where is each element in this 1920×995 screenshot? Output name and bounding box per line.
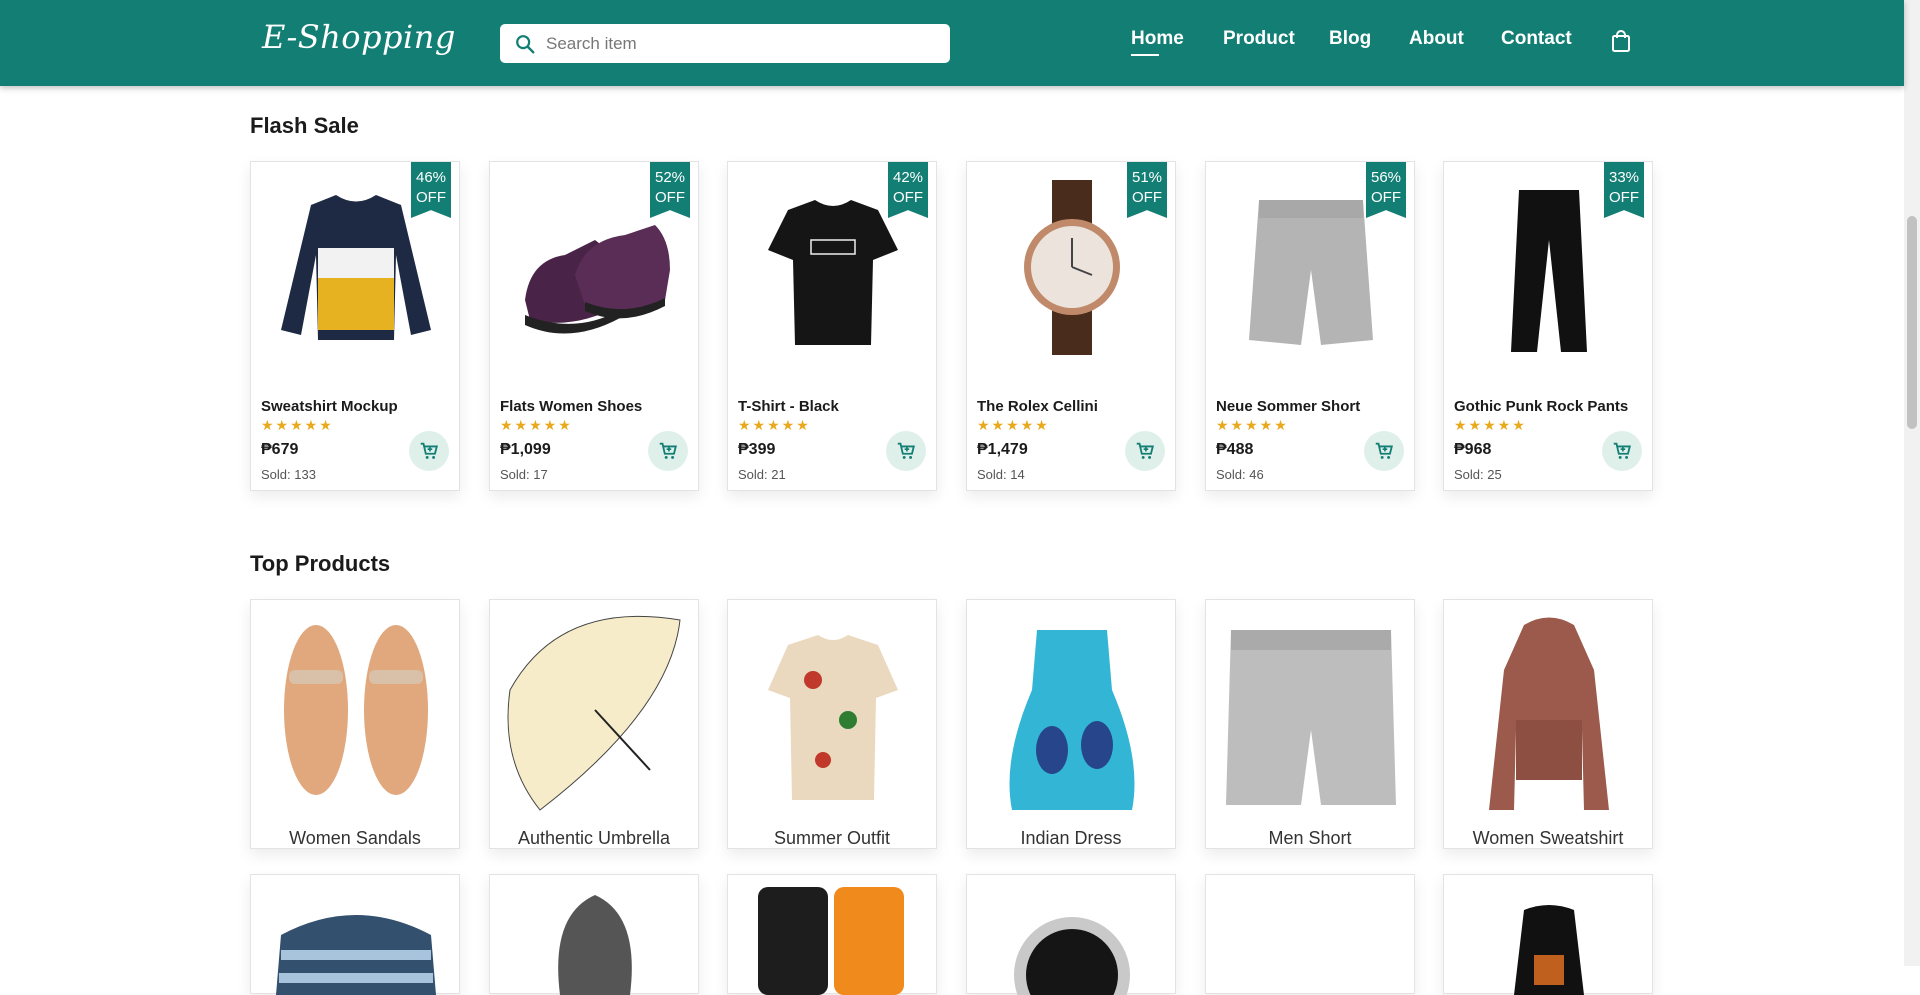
shopping-bag-icon[interactable] bbox=[1611, 30, 1631, 52]
product-name: Sweatshirt Mockup bbox=[261, 398, 398, 415]
cart-icon bbox=[1613, 442, 1631, 459]
product-image bbox=[1014, 917, 1130, 995]
top-product-card[interactable] bbox=[1443, 874, 1653, 995]
nav-about[interactable]: About bbox=[1409, 28, 1464, 50]
product-image bbox=[768, 635, 898, 800]
product-name: Women Sweatshirt bbox=[1472, 828, 1624, 848]
page-scrollbar[interactable] bbox=[1904, 0, 1920, 966]
top-navbar: E-Shopping Home Product Blog About Conta… bbox=[0, 0, 1904, 86]
cart-icon bbox=[659, 442, 677, 459]
add-to-cart-button[interactable] bbox=[648, 431, 688, 471]
top-product-card[interactable]: Women Sweatshirt bbox=[1443, 599, 1653, 849]
add-to-cart-button[interactable] bbox=[1125, 431, 1165, 471]
cart-icon bbox=[897, 442, 915, 459]
top-products-title: Top Products bbox=[250, 551, 391, 576]
discount-badge: 46% OFF bbox=[411, 162, 451, 218]
rating-stars: ★★★★★ bbox=[1216, 417, 1289, 433]
product-image bbox=[1009, 630, 1135, 810]
product-name: T-Shirt - Black bbox=[738, 398, 839, 415]
rating-stars: ★★★★★ bbox=[1454, 417, 1527, 433]
top-product-card[interactable]: Authentic Umbrella bbox=[489, 599, 699, 849]
product-name: Neue Sommer Short bbox=[1216, 398, 1361, 415]
nav-contact[interactable]: Contact bbox=[1501, 28, 1572, 50]
top-product-card[interactable] bbox=[727, 874, 937, 995]
flash-sale-title: Flash Sale bbox=[250, 113, 359, 138]
rating-stars: ★★★★★ bbox=[261, 417, 334, 433]
add-to-cart-button[interactable] bbox=[409, 431, 449, 471]
cart-icon bbox=[1375, 442, 1393, 459]
nav-home[interactable]: Home bbox=[1131, 28, 1184, 56]
nav-product[interactable]: Product bbox=[1223, 28, 1295, 50]
sold-count: Sold: 14 bbox=[977, 467, 1025, 482]
add-to-cart-button[interactable] bbox=[886, 431, 926, 471]
product-price: ₱1,099 bbox=[500, 441, 551, 458]
top-product-card[interactable] bbox=[966, 874, 1176, 995]
product-price: ₱968 bbox=[1454, 441, 1492, 458]
discount-badge: 33% OFF bbox=[1604, 162, 1644, 218]
product-image bbox=[276, 915, 436, 995]
discount-badge: 42% OFF bbox=[888, 162, 928, 218]
product-name: Authentic Umbrella bbox=[517, 828, 671, 848]
flash-sale-card[interactable]: 33% OFF Gothic Punk Rock Pants ★★★★★ ₱968… bbox=[1443, 161, 1653, 491]
flash-sale-card[interactable]: 46% OFF Sweatshirt Mockup ★★★★★ ₱679 Sold… bbox=[250, 161, 460, 491]
top-product-card[interactable] bbox=[489, 874, 699, 995]
product-name: Summer Outfit bbox=[773, 828, 891, 848]
rating-stars: ★★★★★ bbox=[738, 417, 811, 433]
rating-stars: ★★★★★ bbox=[500, 417, 573, 433]
product-price: ₱1,479 bbox=[977, 441, 1028, 458]
sold-count: Sold: 21 bbox=[738, 467, 786, 482]
product-image bbox=[758, 887, 904, 995]
product-image bbox=[1514, 905, 1584, 995]
product-name: Indian Dress bbox=[1020, 828, 1122, 848]
add-to-cart-button[interactable] bbox=[1602, 431, 1642, 471]
cart-icon bbox=[420, 442, 438, 459]
discount-badge: 52% OFF bbox=[650, 162, 690, 218]
top-product-card[interactable]: Summer Outfit bbox=[727, 599, 937, 849]
discount-badge: 56% OFF bbox=[1366, 162, 1406, 218]
add-to-cart-button[interactable] bbox=[1364, 431, 1404, 471]
top-product-card[interactable] bbox=[1205, 874, 1415, 994]
product-price: ₱399 bbox=[738, 441, 776, 458]
product-price: ₱679 bbox=[261, 441, 299, 458]
cart-icon bbox=[1136, 442, 1154, 459]
rating-stars: ★★★★★ bbox=[977, 417, 1050, 433]
product-name: Flats Women Shoes bbox=[500, 398, 643, 415]
scrollbar-thumb[interactable] bbox=[1907, 216, 1917, 429]
product-image bbox=[284, 625, 428, 795]
product-name: Men Short bbox=[1268, 828, 1352, 848]
discount-badge: 51% OFF bbox=[1127, 162, 1167, 218]
top-product-card[interactable]: Indian Dress bbox=[966, 599, 1176, 849]
product-price: ₱488 bbox=[1216, 441, 1254, 458]
sold-count: Sold: 46 bbox=[1216, 467, 1264, 482]
sold-count: Sold: 133 bbox=[261, 467, 316, 482]
flash-sale-card[interactable]: 52% OFF Flats Women Shoes ★★★★★ ₱1,099 So… bbox=[489, 161, 699, 491]
top-product-card[interactable]: Men Short bbox=[1205, 599, 1415, 849]
sold-count: Sold: 25 bbox=[1454, 467, 1502, 482]
top-product-card[interactable]: Women Sandals bbox=[250, 599, 460, 849]
sold-count: Sold: 17 bbox=[500, 467, 548, 482]
flash-sale-card[interactable]: 51% OFF The Rolex Cellini ★★★★★ ₱1,479 So… bbox=[966, 161, 1176, 491]
product-image bbox=[507, 615, 681, 811]
product-image bbox=[1226, 630, 1396, 805]
product-image bbox=[1489, 617, 1609, 810]
product-name: The Rolex Cellini bbox=[977, 398, 1098, 415]
flash-sale-card[interactable]: 56% OFF Neue Sommer Short ★★★★★ ₱488 Sold… bbox=[1205, 161, 1415, 491]
product-image bbox=[558, 895, 632, 995]
nav-blog[interactable]: Blog bbox=[1329, 28, 1371, 50]
top-product-card[interactable] bbox=[250, 874, 460, 995]
product-name: Gothic Punk Rock Pants bbox=[1454, 398, 1629, 415]
flash-sale-card[interactable]: 42% OFF T-Shirt - Black ★★★★★ ₱399 Sold: … bbox=[727, 161, 937, 491]
product-name: Women Sandals bbox=[289, 828, 421, 848]
